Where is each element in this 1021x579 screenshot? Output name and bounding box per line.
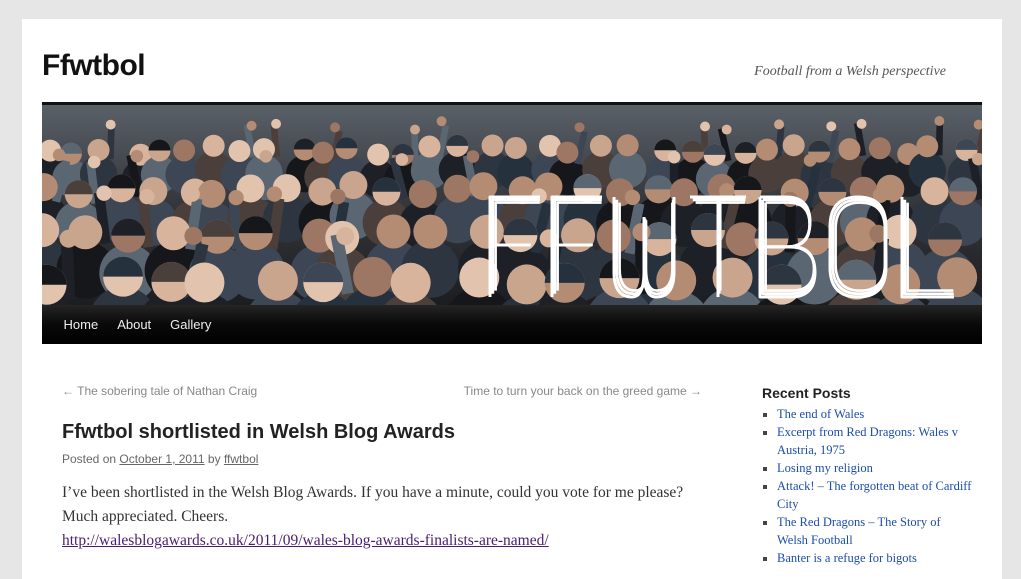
recent-post-link[interactable]: Excerpt from Red Dragons: Wales v Austri… [777,425,958,457]
post-external-link[interactable]: http://walesblogawards.co.uk/2011/09/wal… [62,532,549,549]
nav-item-about[interactable]: About [108,305,161,344]
crowd-banner-graphic [42,105,982,305]
recent-post-link[interactable]: Attack! – The forgotten beat of Cardiff … [777,479,971,511]
nav-item-home[interactable]: Home [54,305,108,344]
previous-post-link[interactable]: ← The sobering tale of Nathan Craig [62,384,257,398]
list-item: Banter is a refuge for bigots [777,549,972,567]
list-item: The end of Wales [777,405,972,423]
header-banner-image [42,105,982,305]
site-title[interactable]: Ffwtbol [42,49,146,83]
list-item: Attack! – The forgotten beat of Cardiff … [777,477,972,513]
post-author-link[interactable]: ffwtbol [224,452,258,466]
post-paragraph: I’ve been shortlisted in the Welsh Blog … [62,484,684,525]
recent-post-link[interactable]: Banter is a refuge for bigots [777,551,917,565]
post-content: I’ve been shortlisted in the Welsh Blog … [62,481,702,553]
recent-post-link[interactable]: Losing my religion [777,461,873,475]
main-navigation: Home About Gallery [42,305,982,344]
site-description: Football from a Welsh perspective [754,64,946,79]
recent-post-link[interactable]: The end of Wales [777,407,864,421]
recent-post-link[interactable]: The Red Dragons – The Story of Welsh Foo… [777,515,941,547]
posted-on-label: Posted on [62,452,117,466]
post-meta: Posted on October 1, 2011 by ffwtbol [62,452,258,466]
nav-item-gallery[interactable]: Gallery [161,305,221,344]
post-date-link[interactable]: October 1, 2011 [119,452,204,466]
list-item: Losing my religion [777,459,972,477]
recent-posts-list: The end of Wales Excerpt from Red Dragon… [762,405,972,567]
page: Ffwtbol Football from a Welsh perspectiv… [22,19,1002,579]
post-title[interactable]: Ffwtbol shortlisted in Welsh Blog Awards [62,421,455,444]
list-item: The Red Dragons – The Story of Welsh Foo… [777,513,972,549]
sidebar: Recent Posts The end of Wales Excerpt fr… [762,385,972,567]
by-label: by [207,452,221,466]
recent-posts-heading: Recent Posts [762,385,851,401]
next-post-link[interactable]: Time to turn your back on the greed game… [464,384,702,398]
list-item: Excerpt from Red Dragons: Wales v Austri… [777,423,972,459]
